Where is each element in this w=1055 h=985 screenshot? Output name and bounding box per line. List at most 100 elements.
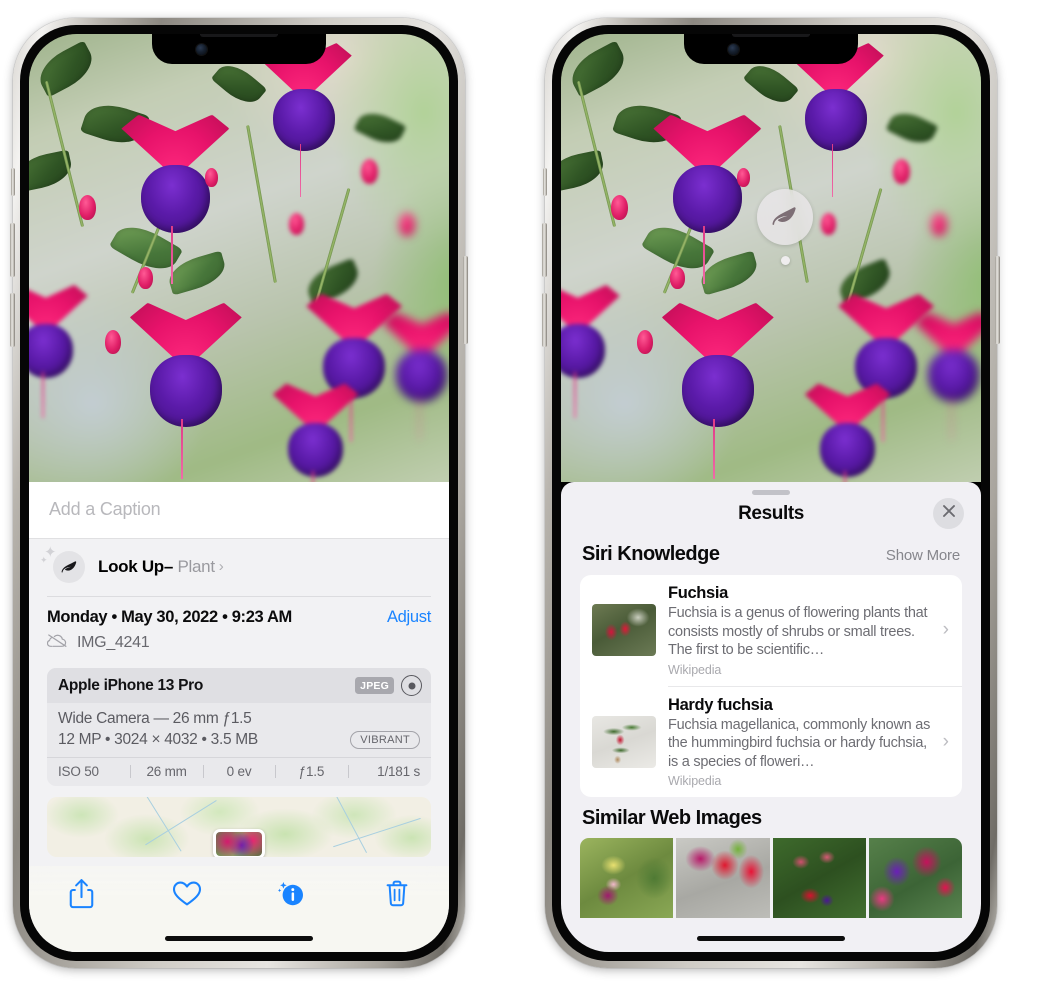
results-title: Results xyxy=(738,503,804,524)
fuchsia-flower xyxy=(129,302,242,480)
result-source: Wikipedia xyxy=(668,774,722,788)
front-camera-icon xyxy=(728,44,739,55)
info-button[interactable] xyxy=(262,875,322,917)
visual-lookup-badge[interactable] xyxy=(757,189,813,265)
chevron-right-icon: › xyxy=(942,730,949,752)
similar-images-header: Similar Web Images xyxy=(561,797,981,836)
look-up-title: Look Up xyxy=(98,557,164,576)
look-up-badge: ✦ ✦ xyxy=(40,545,85,583)
fuchsia-flower xyxy=(661,302,774,480)
exif-header: Apple iPhone 13 Pro JPEG xyxy=(47,668,431,703)
caption-field[interactable]: Add a Caption xyxy=(29,482,449,539)
favorite-button[interactable] xyxy=(157,875,217,917)
device-bezel-right: Results Siri Knowledge Show More Fuchsia… xyxy=(552,25,990,961)
power-button[interactable] xyxy=(463,256,468,344)
iphone-device-left: Add a Caption ✦ ✦ Look Up– Plant › Monda… xyxy=(10,18,468,968)
photo-viewer-right[interactable] xyxy=(561,34,981,482)
screenshot-root: Add a Caption ✦ ✦ Look Up– Plant › Monda… xyxy=(0,0,1055,985)
section-title: Similar Web Images xyxy=(582,807,762,829)
fuchsia-flower xyxy=(272,383,359,482)
result-thumbnail xyxy=(592,604,656,657)
flower-bud xyxy=(892,159,910,185)
result-source: Wikipedia xyxy=(668,662,722,677)
cloud-slash-icon xyxy=(46,633,68,653)
home-indicator[interactable] xyxy=(697,936,845,941)
stat-iso: ISO 50 xyxy=(58,764,99,779)
camera-device-name: Apple iPhone 13 Pro xyxy=(58,676,204,694)
device-bezel-left: Add a Caption ✦ ✦ Look Up– Plant › Monda… xyxy=(20,25,458,961)
siri-knowledge-card: Fuchsia Fuchsia is a genus of flowering … xyxy=(580,575,962,797)
exif-stats-row: ISO 50 26 mm 0 ev ƒ1.5 1/181 s xyxy=(47,757,431,786)
screen-right: Results Siri Knowledge Show More Fuchsia… xyxy=(561,34,981,952)
delete-button[interactable] xyxy=(367,875,427,917)
map-photo-pin[interactable] xyxy=(213,829,265,857)
fuchsia-flower xyxy=(913,311,981,440)
map-pin-thumbnail xyxy=(216,832,262,856)
exif-card: Apple iPhone 13 Pro JPEG Wide Camera — 2… xyxy=(47,668,431,786)
location-map[interactable] xyxy=(47,797,431,857)
similar-image-thumbnail[interactable] xyxy=(868,838,962,918)
share-icon xyxy=(69,878,94,914)
flower-bud xyxy=(360,159,378,185)
look-up-dash: – xyxy=(163,557,174,576)
exif-body: Wide Camera — 26 mm ƒ1.5 12 MP • 3024 × … xyxy=(47,703,431,757)
volume-down-button[interactable] xyxy=(542,293,547,347)
similar-image-thumbnail[interactable] xyxy=(772,838,866,918)
photo-viewer-left[interactable] xyxy=(29,34,449,482)
flower-bud xyxy=(930,213,947,237)
result-description: Fuchsia is a genus of flowering plants t… xyxy=(668,605,928,658)
results-header: Results xyxy=(561,495,981,533)
file-name: IMG_4241 xyxy=(77,634,150,651)
look-up-row[interactable]: ✦ ✦ Look Up– Plant › xyxy=(29,539,449,596)
similar-image-thumbnail[interactable] xyxy=(676,838,770,918)
power-button[interactable] xyxy=(995,256,1000,344)
fuchsia-flower xyxy=(561,284,620,418)
volume-down-button[interactable] xyxy=(10,293,15,347)
flower-bud xyxy=(670,266,686,289)
leaf-icon xyxy=(53,551,85,583)
flower-bud xyxy=(138,266,154,289)
image-size-info: 12 MP • 3024 × 4032 • 3.5 MB xyxy=(58,731,258,748)
flower-bud xyxy=(398,213,415,237)
look-up-subject: Plant xyxy=(177,557,216,576)
notch-right xyxy=(684,34,858,64)
similar-image-thumbnail[interactable] xyxy=(580,838,674,918)
close-button[interactable] xyxy=(933,498,964,529)
flower-bud xyxy=(636,329,653,354)
results-sheet: Results Siri Knowledge Show More Fuchsia… xyxy=(561,482,981,952)
capture-date: Monday • May 30, 2022 • 9:23 AM xyxy=(47,608,292,626)
aperture-icon xyxy=(401,675,422,696)
stat-aperture: ƒ1.5 xyxy=(275,764,347,779)
sparkle-icon: ✦ xyxy=(40,555,48,565)
format-badge: JPEG xyxy=(355,677,394,694)
similar-web-images-strip[interactable] xyxy=(561,838,981,918)
result-thumbnail xyxy=(592,715,656,768)
iphone-device-right: Results Siri Knowledge Show More Fuchsia… xyxy=(542,18,1000,968)
siri-knowledge-header: Siri Knowledge Show More xyxy=(561,533,981,575)
section-title: Siri Knowledge xyxy=(582,543,720,565)
share-button[interactable] xyxy=(52,875,112,917)
lookup-anchor-dot xyxy=(780,256,790,265)
stat-focal: 26 mm xyxy=(130,764,202,779)
mute-switch[interactable] xyxy=(543,168,547,196)
flower-bud xyxy=(104,329,121,354)
volume-up-button[interactable] xyxy=(10,223,15,277)
adjust-date-button[interactable]: Adjust xyxy=(387,608,431,627)
info-sparkle-icon xyxy=(277,880,305,912)
knowledge-row[interactable]: Hardy fuchsia Fuchsia magellanica, commo… xyxy=(580,687,962,798)
mute-switch[interactable] xyxy=(11,168,15,196)
earpiece-speaker xyxy=(732,34,810,37)
show-more-button[interactable]: Show More xyxy=(886,547,960,564)
chevron-right-icon: › xyxy=(218,558,224,575)
capture-info-block: Monday • May 30, 2022 • 9:23 AM Adjust I… xyxy=(29,597,449,661)
fuchsia-flower xyxy=(804,383,891,482)
stat-exposure: 0 ev xyxy=(202,764,275,779)
home-indicator[interactable] xyxy=(165,936,313,941)
volume-up-button[interactable] xyxy=(542,223,547,277)
earpiece-speaker xyxy=(200,34,278,37)
lens-info: Wide Camera — 26 mm ƒ1.5 xyxy=(58,710,252,727)
result-title: Hardy fuchsia xyxy=(668,695,773,714)
stat-shutter: 1/181 s xyxy=(347,764,425,779)
knowledge-row[interactable]: Fuchsia Fuchsia is a genus of flowering … xyxy=(580,575,962,686)
vibrant-badge: VIBRANT xyxy=(350,731,420,749)
